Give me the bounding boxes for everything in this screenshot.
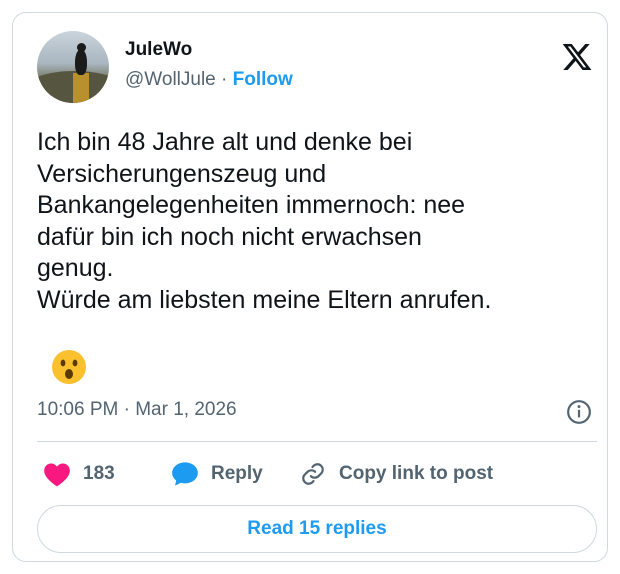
author-handle-row: @WollJule · Follow bbox=[125, 69, 293, 91]
like-count: 183 bbox=[83, 463, 115, 484]
avatar-bird-head bbox=[77, 43, 86, 52]
avatar[interactable] bbox=[37, 31, 109, 103]
info-icon[interactable] bbox=[566, 399, 592, 425]
embedded-post-card: JuleWo @WollJule · Follow Ich bin 48 Jah… bbox=[12, 12, 608, 562]
copy-link-button[interactable]: Copy link to post bbox=[299, 460, 493, 488]
copy-link-label: Copy link to post bbox=[339, 463, 494, 484]
read-replies-button[interactable]: Read 15 replies bbox=[37, 505, 597, 553]
reply-button[interactable]: Reply bbox=[171, 460, 263, 488]
divider bbox=[37, 441, 597, 442]
reply-bubble-icon bbox=[172, 462, 198, 486]
astonished-face-icon bbox=[52, 350, 86, 384]
x-logo-icon[interactable] bbox=[561, 41, 593, 73]
post-text: Ich bin 48 Jahre alt und denke bei Versi… bbox=[37, 128, 492, 314]
like-button[interactable]: 183 bbox=[43, 460, 115, 488]
reply-label: Reply bbox=[211, 463, 263, 484]
avatar-bird bbox=[75, 49, 87, 75]
author-handle[interactable]: @WollJule bbox=[125, 69, 216, 90]
follow-link[interactable]: Follow bbox=[233, 69, 293, 90]
heart-icon bbox=[44, 463, 70, 487]
link-icon bbox=[302, 463, 324, 485]
author-name[interactable]: JuleWo bbox=[125, 39, 192, 61]
avatar-post bbox=[73, 73, 89, 103]
post-timestamp[interactable]: 10:06 PM · Mar 1, 2026 bbox=[37, 399, 237, 421]
separator-dot: · bbox=[221, 69, 228, 90]
